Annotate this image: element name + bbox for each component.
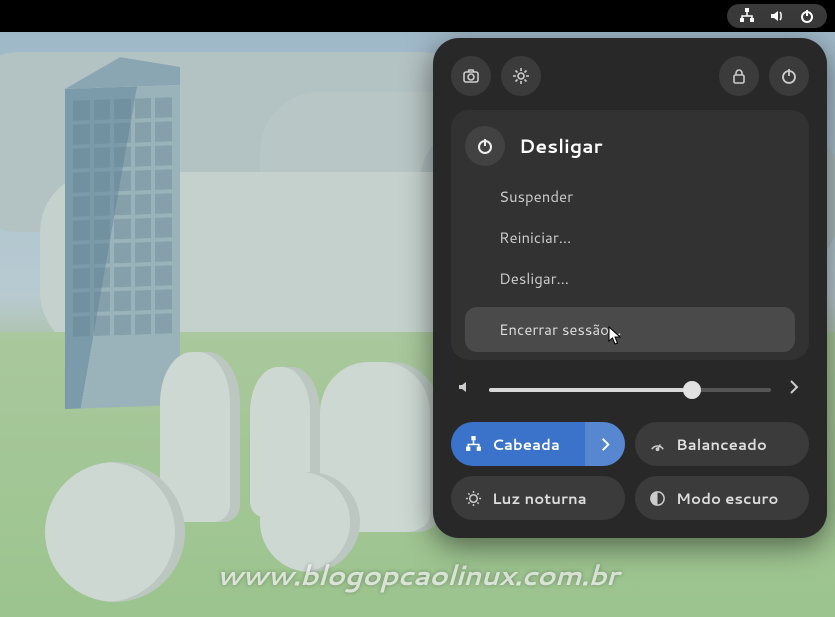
toggle-power-mode-label: Balanceado <box>676 434 767 455</box>
settings-button[interactable] <box>501 56 541 96</box>
lock-icon <box>730 67 748 85</box>
power-icon <box>476 137 494 155</box>
menu-item-restart[interactable]: Reiniciar… <box>465 217 795 258</box>
gear-icon <box>512 67 530 85</box>
night-light-icon <box>465 490 482 507</box>
network-wired-icon <box>465 436 482 453</box>
menu-item-logout[interactable]: Encerrar sessão… <box>465 307 795 352</box>
power-button[interactable] <box>769 56 809 96</box>
power-section-title: Desligar <box>519 133 602 160</box>
speedometer-icon <box>649 436 666 453</box>
menu-item-poweroff[interactable]: Desligar… <box>465 258 795 299</box>
watermark-text: www.blogopcaolinux.com.br <box>0 555 835 595</box>
screenshot-button[interactable] <box>451 56 491 96</box>
toggle-night-light[interactable]: Luz noturna <box>451 476 625 520</box>
quick-settings-popover: Desligar Suspender Reiniciar… Desligar… … <box>433 38 827 538</box>
menu-item-suspend[interactable]: Suspender <box>465 176 795 217</box>
toggle-dark-mode-label: Modo escuro <box>676 488 778 509</box>
volume-low-icon <box>457 378 475 402</box>
lock-button[interactable] <box>719 56 759 96</box>
toggle-power-mode[interactable]: Balanceado <box>635 422 809 466</box>
power-section-icon <box>465 126 505 166</box>
top-bar <box>0 0 835 32</box>
volume-icon <box>769 8 785 24</box>
toggle-wired-label: Cabeada <box>492 434 560 455</box>
output-chooser-arrow[interactable] <box>785 378 803 402</box>
camera-icon <box>462 67 480 85</box>
power-menu-section: Desligar Suspender Reiniciar… Desligar… … <box>451 110 809 360</box>
network-wired-icon <box>739 8 755 24</box>
dark-mode-icon <box>649 490 666 507</box>
power-icon <box>780 67 798 85</box>
wired-submenu-arrow[interactable] <box>585 422 625 466</box>
toggle-dark-mode[interactable]: Modo escuro <box>635 476 809 520</box>
toggle-wired-network[interactable]: Cabeada <box>451 422 625 466</box>
power-icon <box>799 8 815 24</box>
system-tray[interactable] <box>727 4 827 28</box>
chevron-right-icon <box>597 436 614 453</box>
chevron-right-icon <box>785 378 803 396</box>
toggle-night-light-label: Luz noturna <box>492 488 587 509</box>
volume-slider[interactable] <box>489 388 771 392</box>
